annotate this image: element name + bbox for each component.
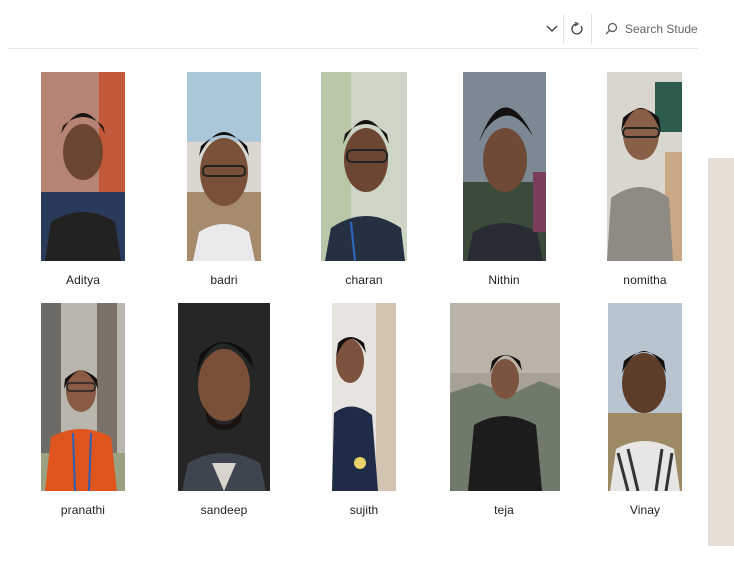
file-name: teja [494, 503, 514, 517]
file-name: badri [210, 273, 238, 287]
preview-pane-edge [708, 158, 734, 546]
search-input[interactable] [625, 19, 698, 39]
search-icon [605, 22, 618, 40]
photo-thumbnail [178, 303, 270, 491]
file-name: Aditya [66, 273, 100, 287]
file-name: Nithin [488, 273, 520, 287]
file-name: sandeep [200, 503, 248, 517]
photo-thumbnail [332, 303, 396, 491]
file-grid: Aditya badri charan Nithin nomitha prana… [0, 52, 705, 564]
file-name: pranathi [60, 503, 106, 517]
file-name: sujith [349, 503, 379, 517]
photo-thumbnail [450, 303, 560, 491]
toolbar-bottom-border [8, 48, 698, 49]
photo-thumbnail [187, 72, 261, 261]
toolbar-divider [563, 14, 564, 44]
photo-thumbnail [41, 72, 125, 261]
photo-thumbnail [608, 303, 682, 491]
file-name: nomitha [623, 273, 667, 287]
file-name: charan [345, 273, 383, 287]
photo-thumbnail [607, 72, 682, 261]
photo-thumbnail [321, 72, 407, 261]
chevron-down-icon[interactable] [543, 20, 561, 38]
search-box[interactable] [597, 13, 698, 45]
refresh-icon[interactable] [566, 18, 588, 40]
photo-thumbnail [41, 303, 125, 491]
file-name: Vinay [629, 503, 661, 517]
photo-thumbnail [463, 72, 546, 261]
explorer-toolbar [0, 0, 734, 52]
toolbar-divider [591, 14, 592, 44]
